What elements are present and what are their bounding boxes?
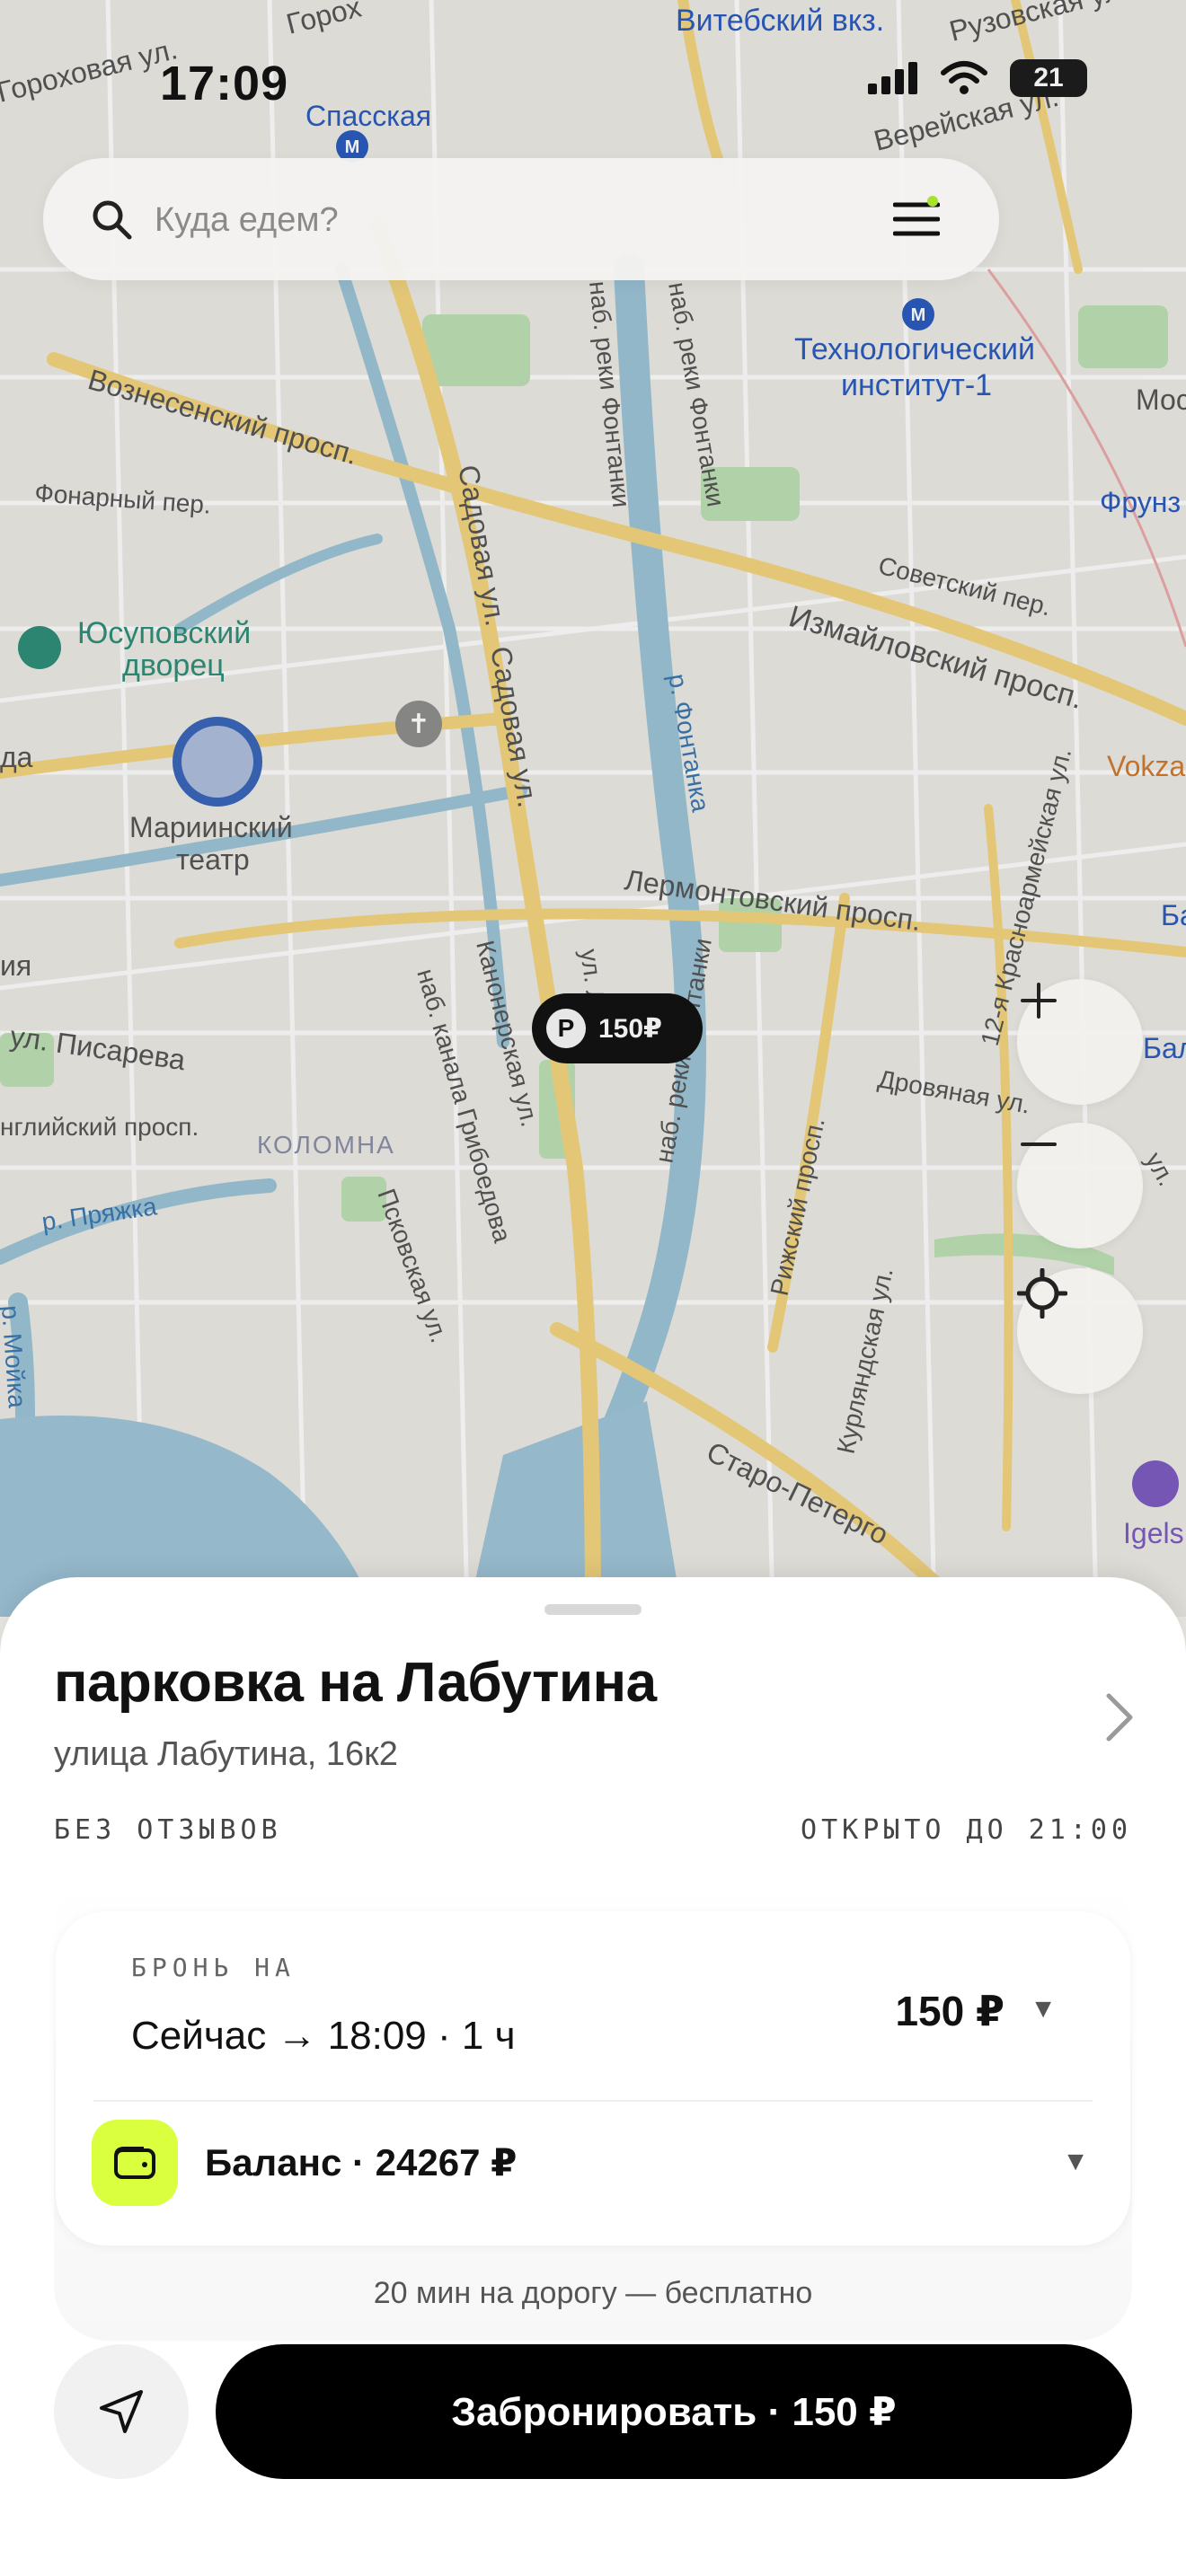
signal-icon [868,62,917,94]
search-icon [93,200,132,240]
hamburger-icon [893,202,940,236]
divider [93,2100,1093,2102]
parking-price: 150₽ [598,1013,662,1044]
parking-address: улица Лабутина, 16к2 [54,1735,398,1773]
booking-price[interactable]: 150 ₽ [895,1987,1005,2035]
poi-icon [1132,1460,1179,1507]
svg-text:✝: ✝ [407,709,429,740]
map-label: Технологический [794,332,1035,366]
booking-time-selector[interactable]: Сейчас → 18:09 · 1 ч [131,2014,516,2059]
notification-dot [927,196,938,207]
map-label: Igels [1123,1517,1184,1549]
chevron-right-icon[interactable] [1103,1690,1136,1744]
payment-method[interactable]: Баланс · 24267 ₽ [205,2140,517,2184]
parking-details-sheet: парковка на Лабутина улица Лабутина, 16к… [0,1577,1186,2576]
plus-icon [1021,983,1057,1019]
map-label: Витебский вкз. [676,4,884,38]
map-label: дворец [122,648,225,683]
map-label: Ба [1161,899,1186,931]
menu-button[interactable] [877,180,956,259]
map-label: Юсуповский [77,616,251,650]
search-bar[interactable] [43,158,999,280]
booking-card: БРОНЬ НА Сейчас → 18:09 · 1 ч 150 ₽ ▼ Ба… [56,1911,1130,2245]
wifi-icon [941,61,987,94]
map-label: да [0,741,33,773]
zoom-out-button[interactable] [1017,1123,1143,1248]
status-time: 17:09 [160,57,289,110]
crosshair-icon [1017,1268,1067,1319]
zoom-in-button[interactable] [1017,979,1143,1105]
map-label: ия [0,949,31,982]
map-label: КОЛОМНА [257,1131,395,1159]
map-label: нглийский просп. [0,1113,199,1141]
map-label: театр [176,843,250,876]
wallet-icon [92,2120,178,2206]
free-travel-note: 20 мин на дорогу — бесплатно [373,2276,813,2310]
reviews-status[interactable]: БЕЗ ОТЗЫВОВ [54,1814,282,1846]
museum-icon [18,626,61,669]
map-label: Бал [1143,1032,1186,1064]
navigate-button[interactable] [54,2344,189,2479]
chevron-down-icon[interactable]: ▼ [1062,2147,1089,2177]
parking-icon: P [546,1009,586,1048]
opening-hours: ОТКРЫТО ДО 21:00 [801,1814,1132,1846]
navigation-arrow-icon [100,2390,143,2433]
map-label: Фрунз [1100,486,1181,518]
map-label: Vokza [1107,750,1185,782]
locate-me-button[interactable] [1017,1268,1143,1394]
status-icons: 21 [868,59,1087,97]
map-label: Мариинский [129,811,293,843]
svg-text:M: M [345,137,360,157]
search-input[interactable] [153,189,875,251]
minus-icon [1021,1142,1057,1146]
parking-marker[interactable]: P 150₽ [532,993,703,1063]
map-label: институт-1 [841,368,992,402]
map-label: Спасская [305,100,431,132]
chevron-down-icon[interactable]: ▼ [1030,1994,1057,2025]
map-label: Мос [1136,384,1186,416]
sheet-handle[interactable] [544,1604,642,1615]
svg-text:M: M [911,305,926,325]
book-button[interactable]: Забронировать · 150 ₽ [216,2344,1132,2479]
booking-label: БРОНЬ НА [131,1953,296,1982]
battery-icon: 21 [1010,59,1087,97]
parking-title: парковка на Лабутина [54,1652,657,1714]
